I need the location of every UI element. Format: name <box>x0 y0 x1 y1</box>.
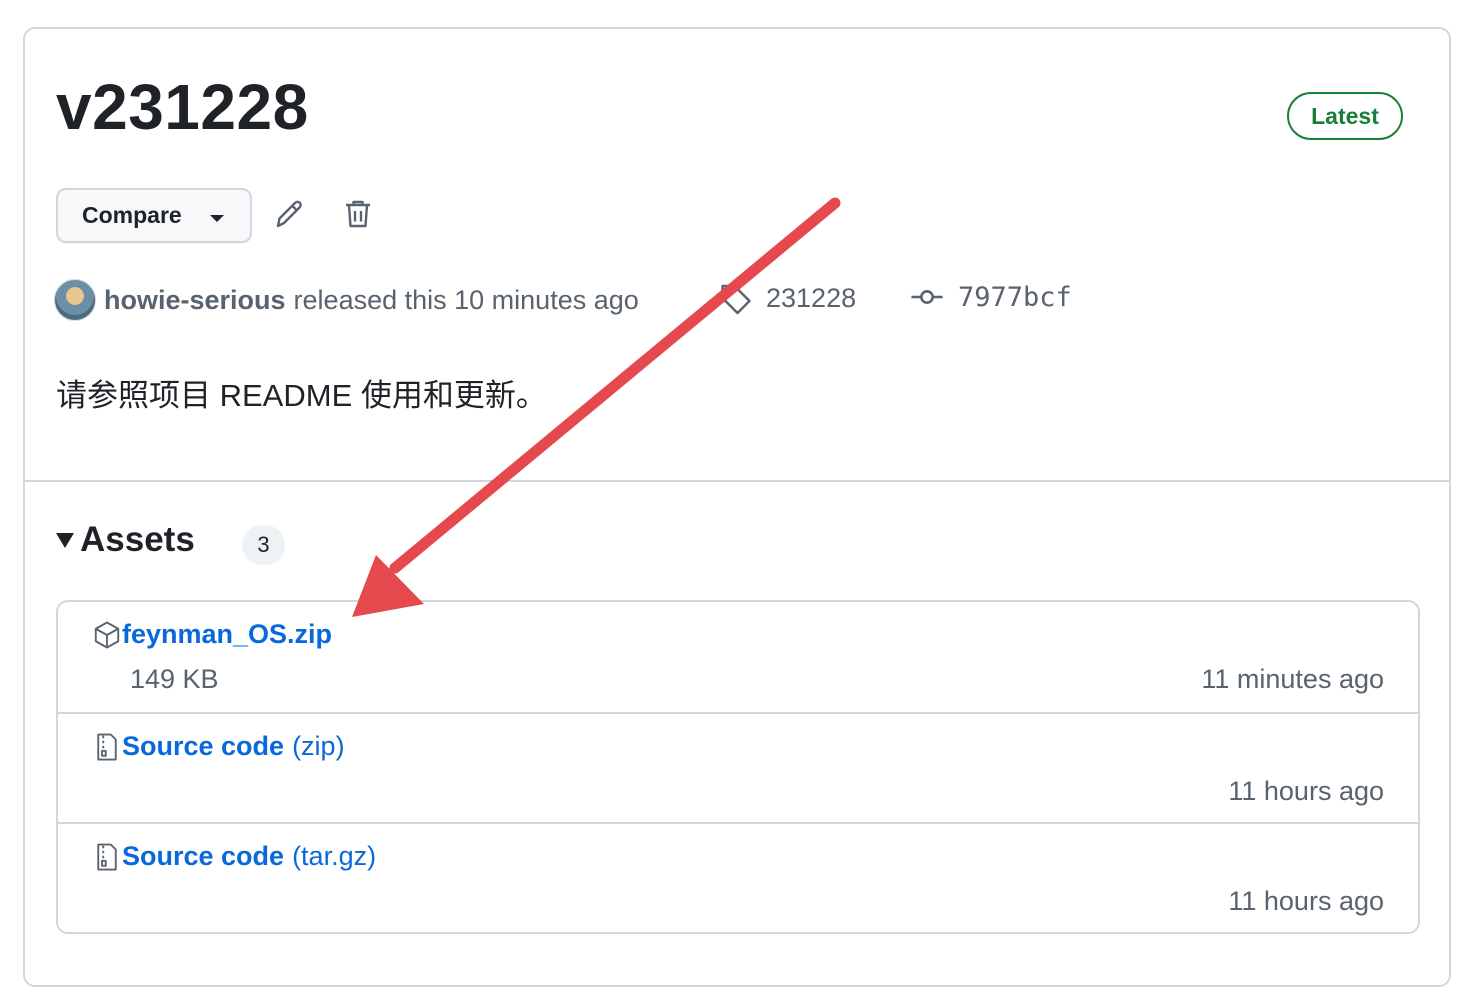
tag-link[interactable]: 231228 <box>718 280 856 316</box>
package-icon <box>94 621 120 648</box>
release-meta: howie-serious released this 10 minutes a… <box>54 278 639 322</box>
file-zip-icon <box>97 733 117 760</box>
delete-button[interactable] <box>340 196 376 232</box>
asset-link[interactable]: feynman_OS.zip <box>92 619 332 650</box>
release-description: 请参照项目 README 使用和更新。 <box>56 378 547 413</box>
asset-name: Source code <box>122 731 285 761</box>
file-zip-icon <box>97 843 117 870</box>
assets-list: feynman_OS.zip 149 KB 11 minutes ago Sou… <box>56 600 1420 934</box>
list-item: Source code (tar.gz) 11 hours ago <box>58 822 1418 932</box>
compare-label: Compare <box>82 202 182 228</box>
divider <box>25 480 1451 482</box>
list-item: feynman_OS.zip 149 KB 11 minutes ago <box>58 602 1418 712</box>
asset-time: 11 minutes ago <box>1201 664 1384 694</box>
avatar[interactable] <box>54 279 96 321</box>
release-title[interactable]: v231228 <box>56 70 309 144</box>
asset-link[interactable]: Source code (tar.gz) <box>92 841 376 872</box>
assets-toggle[interactable]: Assets <box>56 520 195 560</box>
assets-count-badge: 3 <box>242 525 285 565</box>
asset-ext: (zip) <box>292 731 345 761</box>
latest-badge: Latest <box>1287 92 1403 140</box>
asset-link[interactable]: Source code (zip) <box>92 731 345 762</box>
tag-label: 231228 <box>766 282 857 313</box>
asset-time: 11 hours ago <box>1228 776 1384 806</box>
author-link[interactable]: howie-serious <box>104 285 286 316</box>
asset-time: 11 hours ago <box>1228 886 1384 916</box>
tag-icon <box>721 284 751 315</box>
chevron-down-icon <box>210 215 224 222</box>
commit-label: 7977bcf <box>958 281 1072 313</box>
asset-ext: (tar.gz) <box>292 841 377 871</box>
assets-heading: Assets <box>80 520 195 559</box>
triangle-down-icon <box>56 532 74 548</box>
list-item: Source code (zip) 11 hours ago <box>58 712 1418 824</box>
released-text: released this 10 minutes ago <box>293 284 639 315</box>
asset-size: 149 KB <box>130 664 219 694</box>
pencil-icon <box>276 200 302 228</box>
asset-name: feynman_OS.zip <box>122 619 333 649</box>
asset-name: Source code <box>122 841 285 871</box>
compare-button[interactable]: Compare <box>56 188 252 243</box>
commit-link[interactable]: 7977bcf <box>910 280 1072 314</box>
edit-button[interactable] <box>272 196 308 232</box>
commit-icon <box>911 290 943 304</box>
trash-icon <box>346 200 370 228</box>
